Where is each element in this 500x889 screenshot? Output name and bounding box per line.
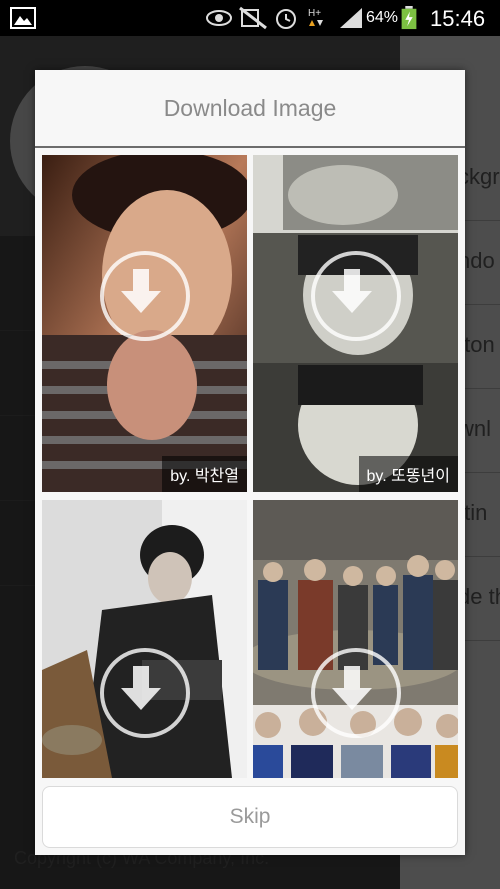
wallpaper-thumbnail-3[interactable] <box>42 500 247 778</box>
alarm-icon <box>276 9 296 29</box>
download-button[interactable] <box>100 251 190 341</box>
download-button[interactable] <box>100 648 190 738</box>
status-bar: H+ 64% 15:46 <box>0 0 500 36</box>
svg-text:H+: H+ <box>308 8 321 19</box>
download-icon <box>121 269 161 313</box>
author-label: by. 박찬열 <box>162 456 247 492</box>
battery-icon <box>401 6 417 30</box>
wallpaper-thumbnail-1[interactable]: by. 박찬열 <box>42 155 247 492</box>
gallery-icon <box>10 7 36 29</box>
author-label: by. 또똥년이 <box>358 456 458 492</box>
battery-percent: 64% <box>366 9 399 26</box>
download-button[interactable] <box>311 648 401 738</box>
wallpaper-thumbnail-4[interactable] <box>253 500 458 778</box>
wallpaper-thumbnail-2[interactable]: by. 또똥년이 <box>253 155 458 492</box>
data-icon: H+ <box>308 8 323 26</box>
clock: 15:46 <box>430 6 486 31</box>
download-icon <box>332 269 372 313</box>
eye-icon <box>206 10 232 26</box>
download-image-dialog: Download Image by. 박찬열 by. 또똥년이 Skip <box>35 70 465 855</box>
download-icon <box>332 666 372 710</box>
download-icon <box>121 666 161 710</box>
signal-icon <box>340 8 362 28</box>
skip-button[interactable]: Skip <box>42 786 458 848</box>
dialog-title: Download Image <box>163 95 337 121</box>
download-button[interactable] <box>311 251 401 341</box>
divider <box>35 146 465 148</box>
mute-icon <box>239 6 267 30</box>
